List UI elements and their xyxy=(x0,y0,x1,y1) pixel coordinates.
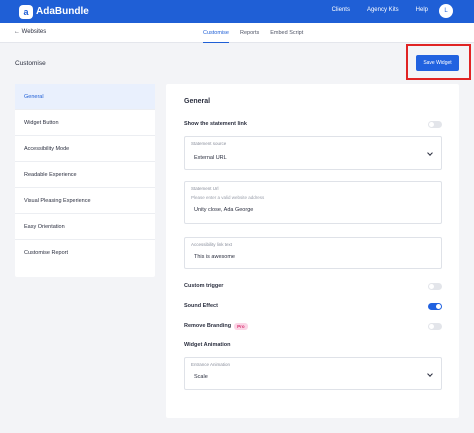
toggle-knob xyxy=(429,323,434,329)
nav-help-link[interactable]: Help xyxy=(416,7,428,13)
tab-embed-script[interactable]: Embed Script xyxy=(270,23,303,43)
sound-effect-toggle[interactable] xyxy=(428,302,442,310)
tab-bar: Customise Reports Embed Script xyxy=(203,23,303,43)
top-nav-links: Clients Agency Kits Help xyxy=(332,7,428,13)
statement-source-select[interactable]: Statement source External URL xyxy=(184,136,442,170)
statement-source-label: Statement source xyxy=(191,141,227,146)
sidebar-item-accessibility-mode[interactable]: Accessibility Mode xyxy=(15,136,155,162)
remove-branding-label: Remove Branding xyxy=(184,323,232,329)
statement-source-value: External URL xyxy=(194,155,227,161)
sub-navbar: ← Websites Customise Reports Embed Scrip… xyxy=(0,23,474,43)
brand-name: AdaBundle xyxy=(36,6,89,17)
user-avatar[interactable]: L xyxy=(439,4,453,18)
nav-clients-link[interactable]: Clients xyxy=(332,7,350,13)
back-to-websites-link[interactable]: ← Websites xyxy=(14,29,46,35)
tab-reports[interactable]: Reports xyxy=(240,23,259,43)
widget-animation-heading: Widget Animation xyxy=(184,342,231,348)
entrance-animation-label: Entrance Animation xyxy=(191,362,231,367)
sound-effect-label: Sound Effect xyxy=(184,303,218,309)
sound-effect-row: Sound Effect xyxy=(184,300,442,312)
custom-trigger-label: Custom trigger xyxy=(184,283,224,289)
accessibility-link-text-value: This is awesome xyxy=(194,254,235,260)
accessibility-link-text-label: Accessibility link text xyxy=(191,242,233,247)
sidebar-item-general[interactable]: General xyxy=(15,84,155,110)
toggle-knob xyxy=(436,303,441,309)
statement-url-field[interactable]: Statement Url Please enter a valid websi… xyxy=(184,181,442,224)
general-settings-panel: General Show the statement link Statemen… xyxy=(166,84,459,418)
tab-customise[interactable]: Customise xyxy=(203,23,229,43)
show-statement-link-row: Show the statement link xyxy=(184,118,442,130)
statement-url-placeholder: Please enter a valid website address xyxy=(191,195,265,200)
entrance-animation-value: Scale xyxy=(194,374,208,380)
sidebar-item-customise-report[interactable]: Customise Report xyxy=(15,240,155,266)
page-title: Customise xyxy=(15,60,46,67)
sidebar-item-widget-button[interactable]: Widget Button xyxy=(15,110,155,136)
nav-agency-kits-link[interactable]: Agency Kits xyxy=(367,7,399,13)
custom-trigger-toggle[interactable] xyxy=(428,282,442,290)
custom-trigger-row: Custom trigger xyxy=(184,280,442,292)
statement-url-value: Unity close, Ada George xyxy=(194,207,254,213)
show-statement-link-toggle[interactable] xyxy=(428,120,442,128)
entrance-animation-select[interactable]: Entrance Animation Scale xyxy=(184,357,442,390)
chevron-down-icon xyxy=(427,371,433,377)
remove-branding-label-group: Remove Branding Pro xyxy=(184,322,248,330)
brand-logo[interactable]: a AdaBundle xyxy=(19,4,89,19)
sidebar-item-readable-experience[interactable]: Readable Experience xyxy=(15,162,155,188)
save-widget-button[interactable]: Save Widget xyxy=(416,55,459,71)
pro-badge: Pro xyxy=(234,322,248,330)
sidebar-item-easy-orientation[interactable]: Easy Orientation xyxy=(15,214,155,240)
remove-branding-row: Remove Branding Pro xyxy=(184,320,442,332)
statement-url-label: Statement Url xyxy=(191,186,219,191)
toggle-knob xyxy=(429,121,434,127)
settings-sidebar: General Widget Button Accessibility Mode… xyxy=(15,84,155,277)
panel-title: General xyxy=(184,98,211,105)
sidebar-item-visual-pleasing-experience[interactable]: Visual Pleasing Experience xyxy=(15,188,155,214)
show-statement-link-label: Show the statement link xyxy=(184,121,247,127)
toggle-knob xyxy=(429,283,434,289)
accessibility-link-text-field[interactable]: Accessibility link text This is awesome xyxy=(184,237,442,269)
remove-branding-toggle[interactable] xyxy=(428,322,442,330)
adabundle-logo-icon: a xyxy=(19,4,33,19)
top-navbar: a AdaBundle Clients Agency Kits Help L xyxy=(0,0,474,23)
chevron-down-icon xyxy=(427,150,433,156)
